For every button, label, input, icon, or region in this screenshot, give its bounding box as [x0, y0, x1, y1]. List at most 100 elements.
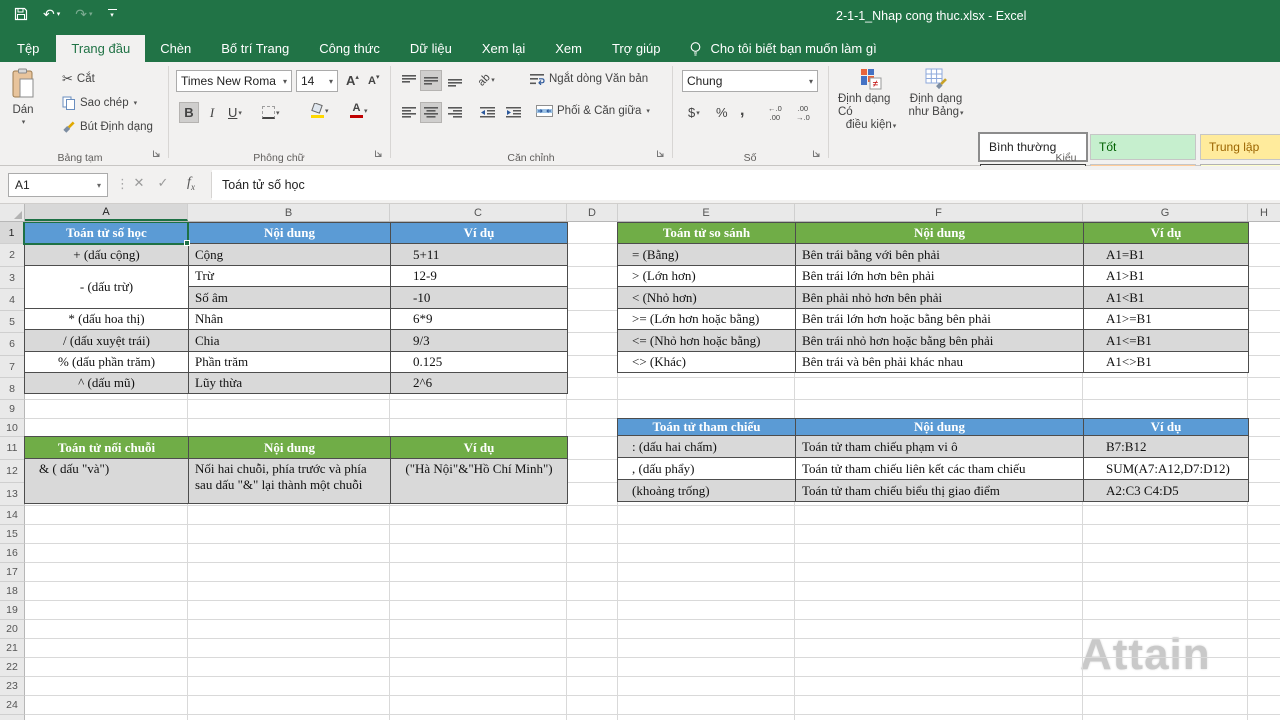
comparison-operators-example-cell[interactable]: A1=B1 [1084, 244, 1249, 266]
currency-button[interactable]: $▾ [684, 102, 704, 123]
comparison-operators-operator-cell[interactable]: <> (Khác) [618, 352, 796, 373]
arithmetic-operators-operator-cell[interactable]: % (dấu phần trăm) [25, 352, 189, 373]
row-header-18[interactable]: 18 [0, 582, 25, 601]
reference-operators-operator-cell[interactable]: , (dấu phẩy) [618, 458, 796, 480]
arithmetic-operators-header-cell[interactable]: Ví dụ [391, 223, 568, 244]
reference-operators-header-cell[interactable]: Ví dụ [1084, 419, 1249, 436]
arithmetic-operators-description-cell[interactable]: Cộng [189, 244, 391, 266]
arithmetic-operators-operator-cell[interactable]: + (dấu cộng) [25, 244, 189, 266]
row-header-24[interactable]: 24 [0, 696, 25, 715]
arithmetic-operators-operator-cell[interactable]: / (dấu xuyệt trái) [25, 330, 189, 352]
tab-file[interactable]: Tệp [0, 35, 56, 62]
reference-operators-description-cell[interactable]: Toán tử tham chiếu phạm vi ô [796, 436, 1084, 458]
arithmetic-operators-example-cell[interactable]: 2^6 [391, 373, 568, 394]
arithmetic-operators-description-cell[interactable]: Phần trăm [189, 352, 391, 373]
concatenation-operator-example-cell[interactable]: ("Hà Nội"&"Hồ Chí Minh") [391, 459, 568, 504]
tell-me-box[interactable]: Cho tôi biết bạn muốn làm gì [689, 35, 876, 62]
comparison-operators-example-cell[interactable]: A1>=B1 [1084, 309, 1249, 330]
undo-button[interactable]: ↶▾ [43, 7, 60, 21]
tab-4[interactable]: Công thức [304, 35, 395, 62]
row-header-15[interactable]: 15 [0, 525, 25, 544]
comparison-operators-description-cell[interactable]: Bên trái bằng với bên phải [796, 244, 1084, 266]
arithmetic-operators-example-cell[interactable]: 6*9 [391, 309, 568, 330]
row-header-16[interactable]: 16 [0, 544, 25, 563]
merge-center-button[interactable]: Phối & Căn giữa ▾ [536, 105, 650, 117]
select-all-corner[interactable] [0, 204, 25, 221]
arithmetic-operators-header-cell[interactable]: Nội dung [189, 223, 391, 244]
save-icon[interactable] [14, 7, 28, 21]
row-header-10[interactable]: 10 [0, 419, 25, 437]
borders-button[interactable]: ▾ [258, 102, 284, 123]
tab-1[interactable]: Trang đầu [56, 35, 145, 62]
row-header-12[interactable]: 12 [0, 460, 25, 483]
format-as-table-button[interactable]: Định dạng như Bảng▾ [906, 68, 966, 119]
reference-operators-example-cell[interactable]: A2:C3 C4:D5 [1084, 480, 1249, 502]
arithmetic-operators-description-cell[interactable]: Lũy thừa [189, 373, 391, 394]
format-painter-button[interactable]: Bút Định dạng [62, 120, 153, 134]
comparison-operators-description-cell[interactable]: Bên trái nhỏ hơn hoặc bằng bên phải [796, 330, 1084, 352]
align-middle-button[interactable] [420, 70, 442, 91]
row-header-23[interactable]: 23 [0, 677, 25, 696]
concatenation-operator-description-cell[interactable]: Nối hai chuỗi, phía trước và phía sau dấ… [189, 459, 391, 504]
arithmetic-operators-example-cell[interactable]: 0.125 [391, 352, 568, 373]
row-header-25[interactable]: 25 [0, 715, 25, 720]
font-color-button[interactable]: A ▾ [346, 100, 372, 121]
column-header-C[interactable]: C [390, 204, 567, 221]
row-header-2[interactable]: 2 [0, 244, 25, 267]
insert-function-icon[interactable]: fx [180, 175, 202, 192]
arithmetic-operators-example-cell[interactable]: -10 [391, 287, 568, 309]
row-header-3[interactable]: 3 [0, 267, 25, 289]
underline-button[interactable]: U ▾ [224, 102, 246, 123]
tab-2[interactable]: Chèn [145, 35, 206, 62]
row-header-9[interactable]: 9 [0, 400, 25, 419]
increase-indent-button[interactable] [502, 102, 526, 123]
font-name-combo[interactable]: Times New Roma ▾ [176, 70, 292, 92]
comparison-operators-operator-cell[interactable]: = (Bằng) [618, 244, 796, 266]
conditional-formatting-button[interactable]: ≠ Định dạng Có điều kiện▾ [838, 68, 904, 133]
row-header-20[interactable]: 20 [0, 620, 25, 639]
row-header-1[interactable]: 1 [0, 222, 25, 244]
comparison-operators-example-cell[interactable]: A1<=B1 [1084, 330, 1249, 352]
column-header-D[interactable]: D [567, 204, 618, 221]
arithmetic-operators-operator-cell[interactable]: * (dấu hoa thị) [25, 309, 189, 330]
row-header-13[interactable]: 13 [0, 483, 25, 506]
reference-operators-description-cell[interactable]: Toán tử tham chiếu biểu thị giao điểm [796, 480, 1084, 502]
bold-button[interactable]: B [179, 102, 199, 123]
concatenation-operator-operator-cell[interactable]: & ( dấu "và") [25, 459, 189, 504]
reference-operators-description-cell[interactable]: Toán tử tham chiếu liên kết các tham chi… [796, 458, 1084, 480]
row-header-5[interactable]: 5 [0, 311, 25, 333]
concatenation-operator-header-cell[interactable]: Ví dụ [391, 437, 568, 459]
formula-input[interactable]: Toán tử số học [212, 170, 1280, 200]
arithmetic-operators-description-cell[interactable]: Chia [189, 330, 391, 352]
comparison-operators-operator-cell[interactable]: < (Nhỏ hơn) [618, 287, 796, 309]
comparison-operators-operator-cell[interactable]: >= (Lớn hơn hoặc bằng) [618, 309, 796, 330]
column-header-B[interactable]: B [188, 204, 390, 221]
reference-operators-operator-cell[interactable]: : (dấu hai chấm) [618, 436, 796, 458]
reference-operators-header-cell[interactable]: Nội dung [796, 419, 1084, 436]
reference-operators-example-cell[interactable]: SUM(A7:A12,D7:D12) [1084, 458, 1249, 480]
row-header-11[interactable]: 11 [0, 437, 25, 460]
column-header-G[interactable]: G [1083, 204, 1248, 221]
italic-button[interactable]: I [203, 102, 221, 123]
tab-3[interactable]: Bố trí Trang [206, 35, 304, 62]
cut-button[interactable]: ✂ Cắt [62, 72, 95, 85]
clipboard-dialog-launcher-icon[interactable] [152, 149, 161, 161]
comparison-operators-description-cell[interactable]: Bên trái lớn hơn bên phải [796, 266, 1084, 287]
column-header-F[interactable]: F [795, 204, 1083, 221]
align-left-button[interactable] [398, 102, 420, 123]
cell-style-2[interactable]: Trung lập [1200, 134, 1280, 160]
redo-button[interactable]: ↷▾ [75, 7, 92, 21]
reference-operators-example-cell[interactable]: B7:B12 [1084, 436, 1249, 458]
column-header-A[interactable]: A [25, 204, 188, 221]
row-header-6[interactable]: 6 [0, 333, 25, 356]
arithmetic-operators-operator-cell[interactable]: - (dấu trừ) [25, 266, 189, 309]
decrease-indent-button[interactable] [476, 102, 500, 123]
paste-button[interactable]: Dán ▾ [10, 68, 36, 127]
align-bottom-button[interactable] [444, 70, 466, 91]
orientation-button[interactable]: ab ▾ [474, 69, 499, 90]
tab-8[interactable]: Trợ giúp [597, 35, 676, 62]
wrap-text-button[interactable]: Ngắt dòng Văn bản [530, 73, 648, 85]
number-dialog-launcher-icon[interactable] [812, 149, 821, 161]
comparison-operators-operator-cell[interactable]: > (Lớn hơn) [618, 266, 796, 287]
comparison-operators-description-cell[interactable]: Bên trái lớn hơn hoặc bằng bên phải [796, 309, 1084, 330]
